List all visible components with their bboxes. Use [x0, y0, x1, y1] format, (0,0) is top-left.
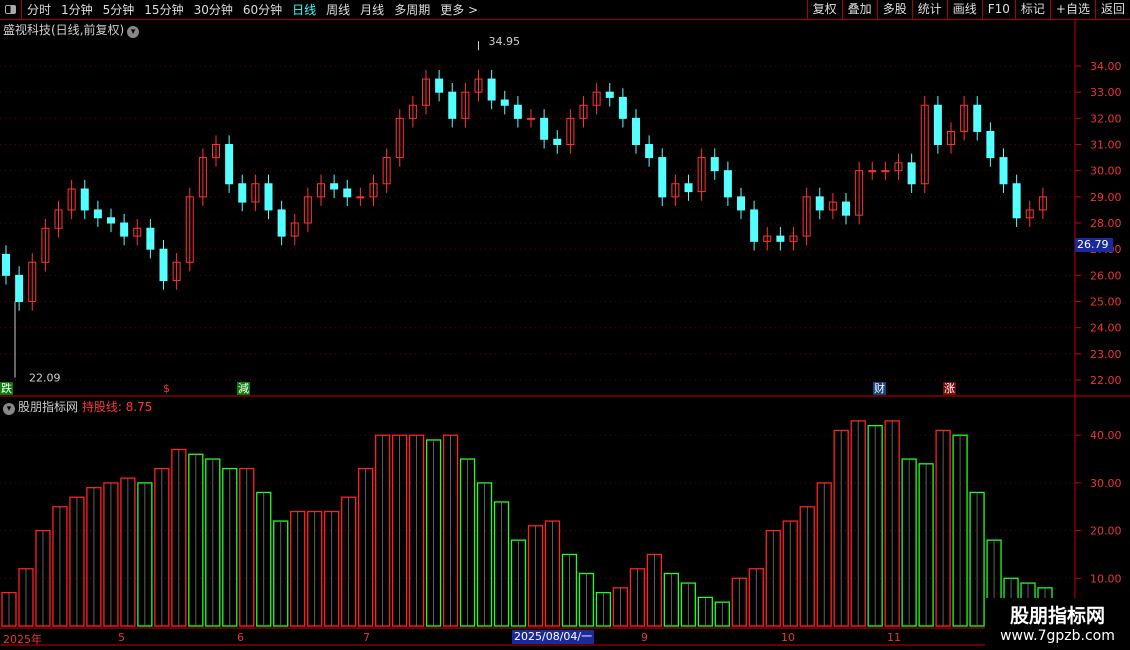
event-marker[interactable]: 财	[873, 382, 886, 395]
candle-body	[159, 248, 168, 282]
candle-body	[527, 117, 535, 120]
event-marker[interactable]: $	[162, 382, 171, 395]
candle-body	[907, 162, 916, 185]
candle-body	[632, 117, 640, 146]
price-tick-label: 34.00	[1090, 60, 1122, 73]
candle-body	[618, 96, 627, 119]
price-tick-label: 25.00	[1090, 296, 1122, 309]
candle-body	[15, 274, 24, 303]
candle-body	[973, 104, 982, 132]
candle-body	[684, 183, 693, 193]
candle-body	[225, 144, 234, 185]
date-axis-label: 10	[781, 631, 795, 644]
candle-body	[264, 183, 273, 211]
indicator-header: ▾ 股朋指标网 持股线: 8.75	[3, 398, 152, 415]
price-tick-label: 22.00	[1090, 374, 1122, 387]
candle-body	[330, 183, 339, 190]
cursor-date: 2025/08/04/一	[512, 630, 595, 644]
candle-body	[645, 144, 654, 159]
watermark-url: www.7gpzb.com	[1000, 628, 1115, 644]
candle-body	[723, 170, 732, 198]
candle-body	[540, 117, 549, 140]
candle-body	[868, 170, 877, 173]
indicator-tick-label: 10.00	[1090, 572, 1122, 585]
min-price-label: 22.09	[29, 372, 61, 385]
candle-body	[986, 130, 995, 159]
candle-body	[999, 157, 1008, 185]
indicator-name: 股朋指标网	[18, 400, 79, 414]
watermark-name: 股朋指标网	[1009, 605, 1105, 627]
event-marker[interactable]: 跌	[0, 382, 13, 395]
price-tick-label: 29.00	[1090, 191, 1122, 204]
candle-body	[513, 104, 522, 119]
date-axis-label: 9	[641, 631, 648, 644]
indicator-tick-label: 30.00	[1090, 477, 1122, 490]
max-price-label: 34.95	[489, 35, 521, 48]
candle-body	[238, 183, 247, 203]
date-axis-label: 6	[237, 631, 244, 644]
candle-body	[80, 188, 89, 211]
candle-body	[107, 217, 115, 224]
watermark: 股朋指标网 www.7gpzb.com	[985, 598, 1130, 650]
date-axis-label: 2025年	[3, 633, 42, 646]
price-tick-label: 23.00	[1090, 348, 1122, 361]
candle-body	[737, 196, 745, 211]
candle-body	[277, 209, 286, 237]
price-tick-label: 32.00	[1090, 112, 1122, 125]
candle-body	[93, 209, 102, 219]
date-axis-label: 11	[887, 631, 901, 644]
candle-body	[448, 91, 457, 119]
holding-line-value: 持股线: 8.75	[81, 400, 153, 414]
date-axis-label: 7	[363, 631, 370, 644]
candle-body	[815, 196, 824, 211]
date-axis-label: 5	[118, 631, 125, 644]
candle-body	[750, 209, 759, 242]
price-tick-label: 28.00	[1090, 217, 1122, 230]
current-price-label: 26.79	[1075, 238, 1113, 252]
candle-body	[553, 138, 562, 146]
candle-body	[435, 78, 444, 93]
candle-body	[1012, 183, 1021, 219]
candle-body	[500, 99, 509, 106]
candle-body	[842, 201, 850, 216]
candle-body	[881, 170, 890, 173]
candle-body	[356, 196, 365, 199]
chart-canvas[interactable]: 34.0033.0032.0031.0030.0029.0028.0027.00…	[0, 0, 1130, 650]
candle-body	[776, 235, 785, 242]
chevron-down-icon[interactable]: ▾	[3, 403, 15, 415]
candle-body	[343, 188, 352, 198]
candle-body	[710, 157, 719, 172]
event-marker[interactable]: 減	[237, 382, 250, 395]
price-tick-label: 33.00	[1090, 86, 1122, 99]
candle-body	[146, 227, 155, 250]
event-marker[interactable]: 涨	[943, 382, 956, 395]
candle-body	[120, 222, 129, 237]
price-tick-label: 31.00	[1090, 139, 1122, 152]
candle-body	[933, 104, 942, 146]
indicator-tick-label: 20.00	[1090, 525, 1122, 538]
price-tick-label: 24.00	[1090, 322, 1122, 335]
indicator-tick-label: 40.00	[1090, 429, 1122, 442]
candle-body	[2, 253, 10, 276]
price-tick-label: 26.00	[1090, 269, 1122, 282]
candle-body	[658, 157, 667, 198]
candle-body	[487, 78, 496, 101]
price-tick-label: 30.00	[1090, 165, 1122, 178]
candle-body	[605, 91, 614, 98]
